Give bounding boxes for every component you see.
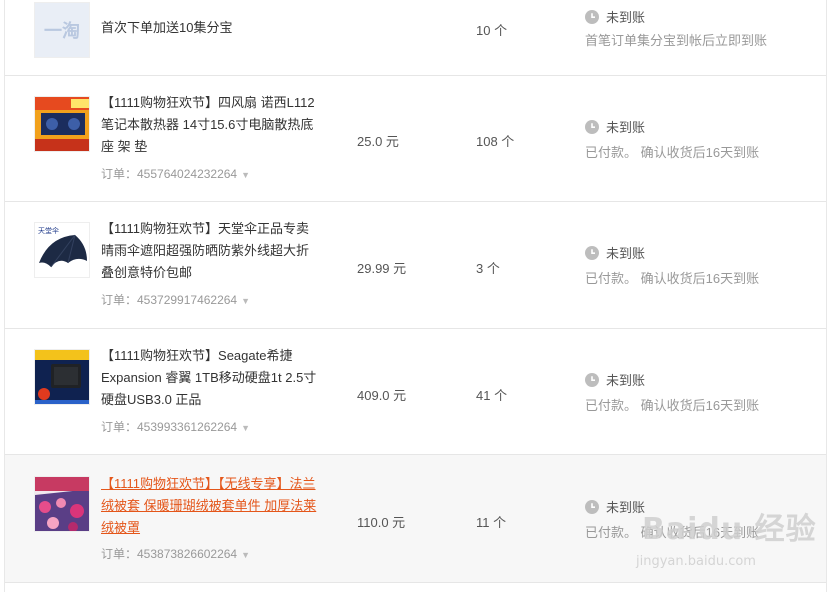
umbrella-image: 天堂伞 — [38, 226, 87, 268]
status-note: 已付款。 确认收货后16天到账 — [585, 145, 760, 160]
chevron-down-icon[interactable]: ▼ — [241, 170, 250, 180]
list-item: 【1111购物狂欢节】四风扇 诺西L112 笔记本散热器 14寸15.6寸电脑散… — [5, 76, 826, 202]
item-title-link[interactable]: 【1111购物狂欢节】【无线专享】法兰绒被套 保暖珊瑚绒被套单件 加厚法莱绒被罩 — [101, 473, 319, 539]
product-thumbnail[interactable] — [34, 349, 90, 405]
item-quantity: 108 个 — [476, 134, 515, 149]
taobao-thumbnail[interactable]: 一淘 — [34, 2, 90, 58]
status-note: 已付款。 确认收货后16天到账 — [585, 398, 760, 413]
clock-icon — [585, 372, 599, 387]
clock-icon — [585, 9, 599, 24]
item-title-link[interactable]: 【1111购物狂欢节】Seagate希捷 Expansion 睿翼 1TB移动硬… — [101, 345, 319, 411]
item-price: 110.0 元 — [357, 515, 406, 530]
item-quantity: 3 个 — [476, 261, 500, 276]
clock-icon — [585, 245, 599, 260]
taobao-logo-text: 一淘 — [44, 21, 80, 41]
duvet-cover-image — [35, 477, 89, 531]
item-price: 409.0 元 — [357, 388, 407, 403]
order-number-text: 订单：455764024232264 — [101, 167, 238, 181]
item-price: 25.0 元 — [357, 134, 399, 149]
item-title-link[interactable]: 【1111购物狂欢节】天堂伞正品专卖晴雨伞遮阳超强防晒防紫外线超大折叠创意特价包… — [101, 218, 319, 284]
chevron-down-icon[interactable]: ▼ — [241, 423, 250, 433]
product-thumbnail[interactable]: 天堂伞 — [34, 222, 90, 278]
status-block: 未到账 已付款。 确认收货后16天到账 — [585, 117, 759, 161]
item-quantity: 10 个 — [476, 23, 508, 38]
chevron-down-icon[interactable]: ▼ — [241, 296, 250, 306]
item-quantity: 41 个 — [476, 388, 508, 403]
order-number[interactable]: 订单：453993361262264 ▼ — [101, 418, 250, 435]
product-thumbnail[interactable] — [34, 476, 90, 532]
status-note: 已付款。 确认收货后16天到账 — [585, 271, 760, 286]
status-text: 未到账 — [606, 10, 646, 25]
order-number[interactable]: 订单：453729917462264 ▼ — [101, 291, 250, 308]
rebate-list: 一淘 首次下单加送10集分宝 10 个 未到账 首笔订单集分宝到帐后立即到账 【… — [4, 0, 827, 592]
product-thumbnail[interactable] — [34, 96, 90, 152]
hard-drive-image — [35, 350, 89, 404]
status-block: 未到账 已付款。 确认收货后16天到账 — [585, 243, 759, 287]
list-item: 天堂伞 【1111购物狂欢节】天堂伞正品专卖晴雨伞遮阳超强防晒防紫外线超大折叠创… — [5, 202, 826, 329]
status-note: 已付款。 确认收货后16天到账 — [585, 525, 760, 540]
order-number-text: 订单：453873826602264 — [101, 547, 238, 561]
item-price: 29.99 元 — [357, 261, 407, 276]
list-item: 【1111购物狂欢节】Seagate希捷 Expansion 睿翼 1TB移动硬… — [5, 329, 826, 455]
status-text: 未到账 — [606, 500, 646, 515]
status-text: 未到账 — [606, 373, 646, 388]
clock-icon — [585, 119, 599, 134]
list-item: 【1111购物狂欢节】【无线专享】法兰绒被套 保暖珊瑚绒被套单件 加厚法莱绒被罩… — [5, 455, 826, 583]
status-block: 未到账 已付款。 确认收货后16天到账 — [585, 497, 759, 541]
status-text: 未到账 — [606, 120, 646, 135]
order-number-text: 订单：453993361262264 — [101, 420, 238, 434]
item-quantity: 11 个 — [476, 515, 507, 530]
order-number[interactable]: 订单：455764024232264 ▼ — [101, 165, 250, 182]
list-item: 一淘 首次下单加送10集分宝 10 个 未到账 首笔订单集分宝到帐后立即到账 — [5, 0, 826, 76]
item-title: 首次下单加送10集分宝 — [101, 20, 233, 35]
status-text: 未到账 — [606, 246, 646, 261]
order-number[interactable]: 订单：453873826602264 ▼ — [101, 545, 250, 562]
status-block: 未到账 首笔订单集分宝到帐后立即到账 — [585, 7, 767, 49]
item-title-link[interactable]: 【1111购物狂欢节】四风扇 诺西L112 笔记本散热器 14寸15.6寸电脑散… — [101, 92, 319, 158]
umbrella-brand-text: 天堂伞 — [38, 226, 59, 235]
status-note: 首笔订单集分宝到帐后立即到账 — [585, 33, 768, 48]
clock-icon — [585, 499, 599, 514]
chevron-down-icon[interactable]: ▼ — [241, 550, 250, 560]
order-number-text: 订单：453729917462264 — [101, 293, 238, 307]
laptop-cooler-image — [35, 97, 89, 151]
status-block: 未到账 已付款。 确认收货后16天到账 — [585, 370, 759, 414]
